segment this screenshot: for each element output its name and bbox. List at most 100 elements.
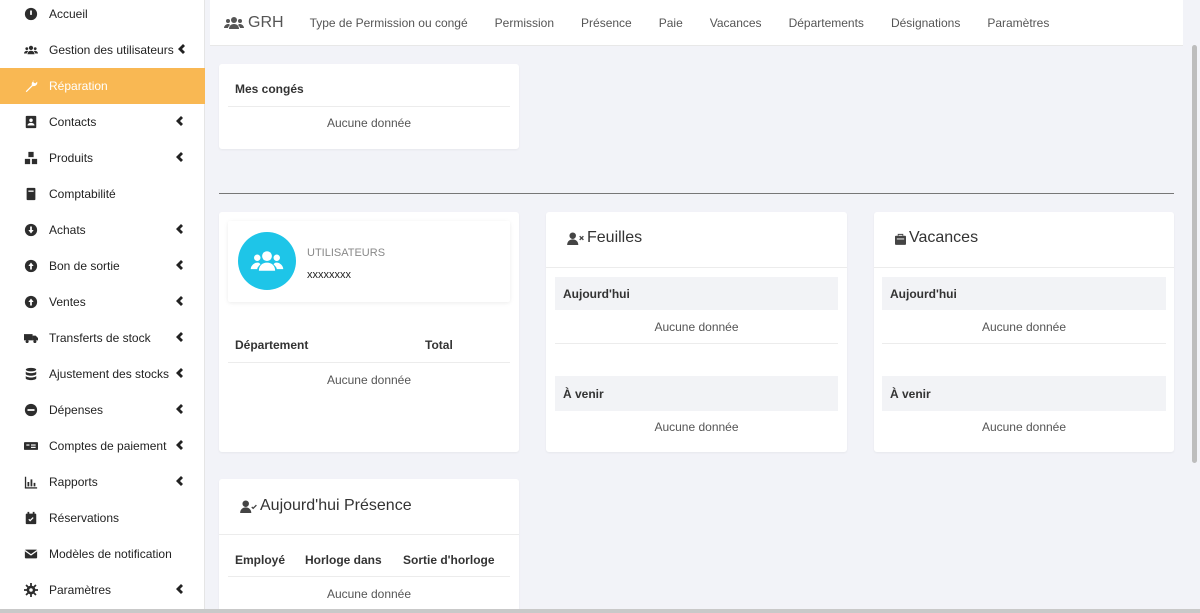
nav-link-designations[interactable]: Désignations — [891, 16, 960, 30]
users-icon — [250, 251, 284, 271]
brand[interactable]: GRH — [224, 14, 284, 32]
users-icon — [23, 42, 39, 58]
sidebar-item-label: Produits — [49, 151, 94, 165]
sidebar-item-rapports[interactable]: Rapports — [0, 464, 205, 500]
today-label: Aujourd'hui — [563, 287, 630, 301]
divider — [555, 343, 838, 344]
col-department: Département — [235, 338, 309, 352]
col-employee: Employé — [235, 553, 286, 567]
minus-circle-icon — [23, 402, 39, 418]
divider — [228, 576, 510, 577]
nav-link-paie[interactable]: Paie — [659, 16, 683, 30]
sidebar-item-modeles-notification[interactable]: Modèles de notification — [0, 536, 205, 572]
divider — [874, 267, 1174, 268]
sidebar-item-label: Accueil — [49, 7, 88, 21]
attendance-title: Aujourd'hui Présence — [240, 497, 412, 515]
sidebar-item-label: Contacts — [49, 115, 97, 129]
divider — [219, 534, 519, 535]
empty-state: Aucune donnée — [326, 373, 412, 387]
sidebar-item-label: Dépenses — [49, 403, 104, 417]
sidebar-item-depenses[interactable]: Dépenses — [0, 392, 205, 428]
today-label: Aujourd'hui — [890, 287, 957, 301]
empty-state: Aucune donnée — [654, 320, 739, 334]
user-times-icon — [567, 231, 584, 245]
envelope-icon — [23, 546, 39, 562]
divider — [546, 267, 847, 268]
sidebar-item-contacts[interactable]: Contacts — [0, 104, 205, 140]
divider — [882, 343, 1166, 344]
sidebar-item-accueil[interactable]: Accueil — [0, 0, 205, 32]
leaves-card: Feuilles Aujourd'hui Aucune donnée À ven… — [546, 212, 847, 452]
sidebar-item-label: Comptes de paiement — [49, 439, 167, 453]
truck-icon — [23, 330, 39, 346]
bar-chart-icon — [23, 474, 39, 490]
wrench-icon — [23, 78, 39, 94]
suitcase-icon — [895, 233, 906, 245]
my-leaves-title: Mes congés — [235, 82, 304, 96]
empty-state: Aucune donnée — [981, 320, 1067, 334]
scrollbar[interactable] — [1192, 45, 1197, 463]
sidebar-item-produits[interactable]: Produits — [0, 140, 205, 176]
bottom-edge — [0, 609, 1200, 613]
holidays-card: Vacances Aujourd'hui Aucune donnée À ven… — [874, 212, 1174, 452]
empty-state: Aucune donnée — [654, 420, 739, 434]
chevron-left-icon — [175, 295, 189, 309]
sidebar-item-label: Comptabilité — [49, 187, 116, 201]
chevron-left-icon — [175, 151, 189, 165]
sidebar-item-label: Achats — [49, 223, 86, 237]
chevron-left-icon — [175, 367, 189, 381]
sidebar-item-comptes-paiement[interactable]: Comptes de paiement — [0, 428, 205, 464]
sidebar-item-ajustement-stocks[interactable]: Ajustement des stocks — [0, 356, 205, 392]
sidebar-item-parametres[interactable]: Paramètres — [0, 572, 205, 608]
empty-state: Aucune donnée — [326, 116, 412, 130]
sidebar-item-comptabilite[interactable]: Comptabilité — [0, 176, 205, 212]
chevron-left-icon — [175, 259, 189, 273]
sidebar-item-reservations[interactable]: Réservations — [0, 500, 205, 536]
col-total: Total — [425, 338, 453, 352]
arrow-circle-up-icon — [23, 294, 39, 310]
nav-link-vacances[interactable]: Vacances — [710, 16, 762, 30]
upcoming-label: À venir — [563, 387, 604, 401]
sidebar-item-gestion-utilisateurs[interactable]: Gestion des utilisateurs — [0, 32, 205, 68]
nav-link-presence[interactable]: Présence — [581, 16, 632, 30]
sidebar-item-label: Rapports — [49, 475, 98, 489]
sidebar-item-label: Ajustement des stocks — [49, 367, 170, 381]
sidebar-item-label: Bon de sortie — [49, 259, 120, 273]
sidebar-item-bon-de-sortie[interactable]: Bon de sortie — [0, 248, 205, 284]
book-icon — [23, 186, 39, 202]
dashboard-icon — [23, 6, 39, 22]
chevron-left-icon — [175, 223, 189, 237]
nav-link-permission[interactable]: Permission — [495, 16, 554, 30]
sidebar-item-achats[interactable]: Achats — [0, 212, 205, 248]
cog-icon — [23, 582, 39, 598]
money-bill-icon — [23, 438, 39, 454]
nav-link-parametres[interactable]: Paramètres — [987, 16, 1049, 30]
users-icon — [224, 16, 244, 29]
hr-top-nav: GRH Type de Permission ou congé Permissi… — [210, 0, 1183, 46]
sidebar-item-ventes[interactable]: Ventes — [0, 284, 205, 320]
sidebar-item-label: Gestion des utilisateurs — [49, 43, 174, 57]
chevron-left-icon — [175, 583, 189, 597]
upcoming-label: À venir — [890, 387, 931, 401]
nav-link-departements[interactable]: Départements — [789, 16, 864, 30]
chevron-left-icon — [175, 331, 189, 345]
sidebar-item-label: Réservations — [49, 511, 120, 525]
chevron-left-icon — [175, 439, 189, 453]
sidebar-item-reparation[interactable]: Réparation — [0, 68, 205, 104]
nav-link-type-permission[interactable]: Type de Permission ou congé — [310, 16, 468, 30]
chevron-left-icon — [175, 403, 189, 417]
address-book-icon — [23, 114, 39, 130]
sidebar-item-label: Paramètres — [49, 583, 112, 597]
empty-state: Aucune donnée — [981, 420, 1067, 434]
arrow-circle-up-icon — [23, 258, 39, 274]
col-clock-in: Horloge dans — [305, 553, 382, 567]
divider — [228, 362, 510, 363]
arrow-circle-down-icon — [23, 222, 39, 238]
sidebar-item-transferts-stock[interactable]: Transferts de stock — [0, 320, 205, 356]
cubes-icon — [23, 150, 39, 166]
brand-label: GRH — [248, 13, 284, 31]
sidebar: Accueil Gestion des utilisateurs Réparat… — [0, 0, 205, 613]
users-avatar — [238, 232, 296, 290]
col-clock-out: Sortie d'horloge — [403, 553, 495, 567]
sidebar-item-label: Modèles de notification — [49, 547, 172, 561]
